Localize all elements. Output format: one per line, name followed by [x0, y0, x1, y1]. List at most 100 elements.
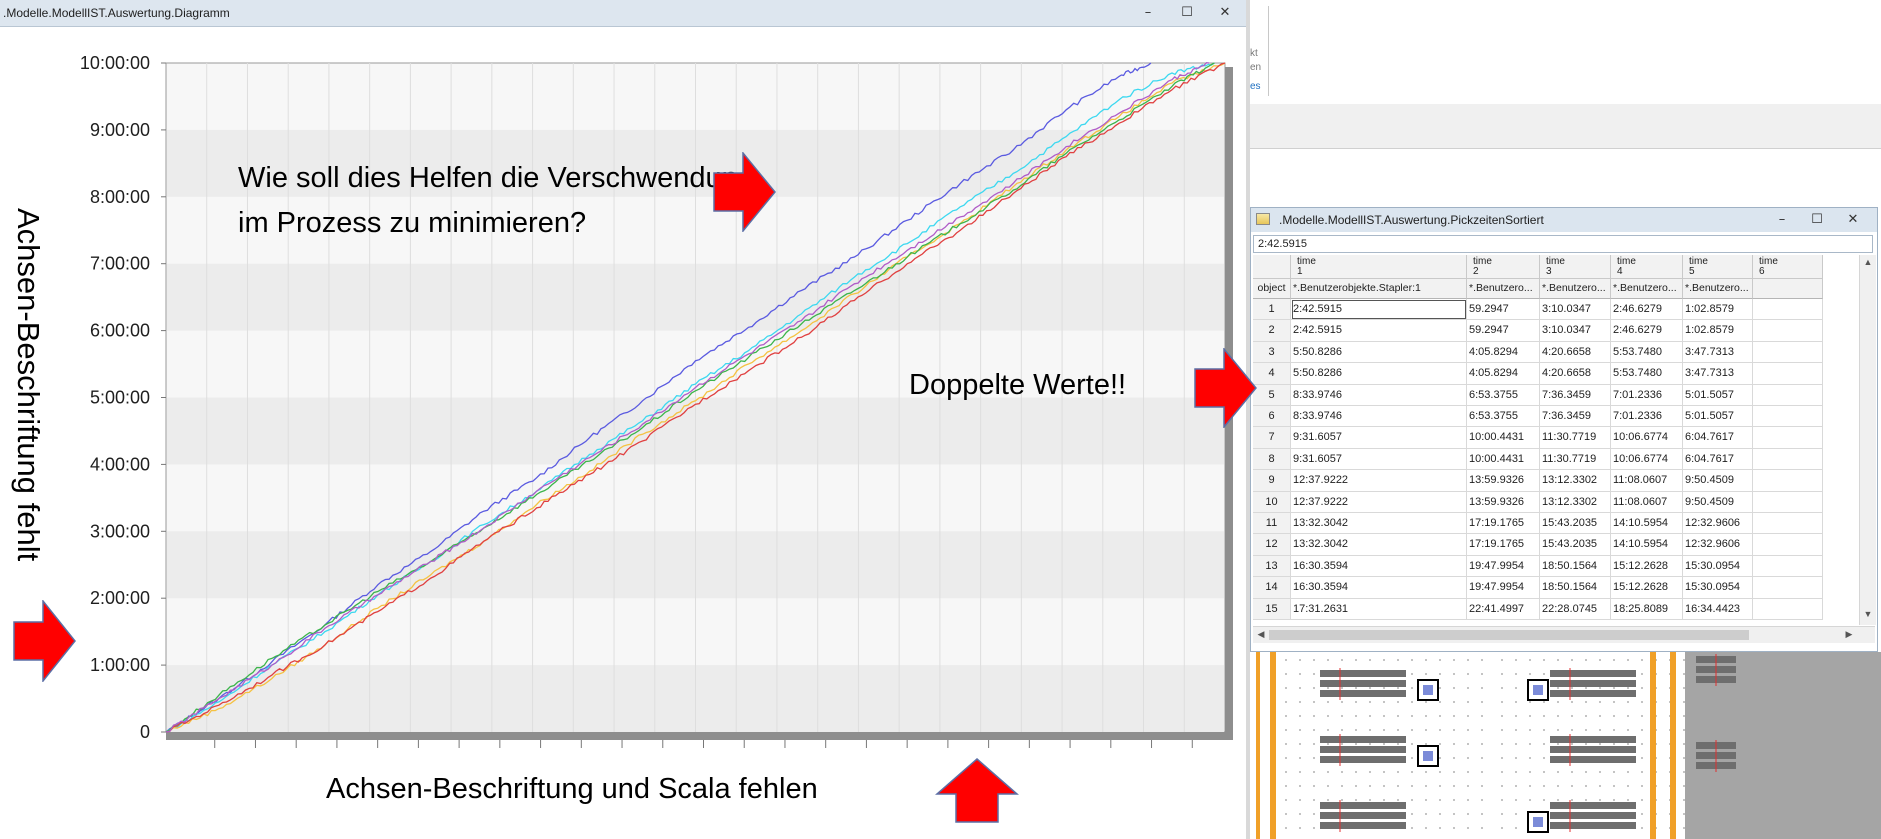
table-window-titlebar[interactable]: .Modelle.ModellIST.Auswertung.Pickzeiten… — [1251, 208, 1877, 232]
table-cell[interactable]: 8:33.9746 — [1291, 384, 1467, 406]
table-cell[interactable]: 13:12.3302 — [1540, 491, 1611, 513]
layout-canvas[interactable] — [1250, 652, 1881, 839]
table-cell[interactable]: 19:47.9954 — [1467, 555, 1540, 578]
table-cell[interactable]: 12:32.9606 — [1683, 513, 1753, 535]
table-cell[interactable]: 59.2947 — [1467, 320, 1540, 342]
ribbon-link-fragment[interactable]: es — [1250, 81, 1261, 92]
table-cell[interactable]: 5:01.5057 — [1683, 406, 1753, 428]
table-cell[interactable]: 3:47.7313 — [1683, 341, 1753, 364]
table-cell[interactable]: 9:31.6057 — [1291, 427, 1467, 449]
table-cell[interactable]: 15:43.2035 — [1540, 534, 1611, 556]
table-cell[interactable]: 6:04.7617 — [1683, 427, 1753, 449]
table-row[interactable]: 1 2:42.5915 59.2947 3:10.0347 2:46.6279 1:02.… — [1253, 299, 1861, 321]
table-cell[interactable] — [1753, 299, 1823, 321]
table-cell[interactable]: 15:12.2628 — [1611, 555, 1683, 578]
table-cell[interactable]: 15:12.2628 — [1611, 577, 1683, 599]
table-cell[interactable]: 15:30.0954 — [1683, 555, 1753, 578]
table-cell[interactable]: 11:08.0607 — [1611, 470, 1683, 492]
table-cell[interactable]: 10:00.4431 — [1467, 448, 1540, 471]
table-cell[interactable] — [1753, 534, 1823, 556]
table-row[interactable]: 2 2:42.5915 59.2947 3:10.0347 2:46.6279 1:02.… — [1253, 320, 1861, 342]
table-cell[interactable]: 10:06.6774 — [1611, 427, 1683, 449]
table-cell[interactable] — [1753, 491, 1823, 513]
table-cell[interactable]: 8:33.9746 — [1291, 406, 1467, 428]
table-cell[interactable]: 18:50.1564 — [1540, 555, 1611, 578]
table-cell[interactable]: 14:10.5954 — [1611, 513, 1683, 535]
table-cell[interactable]: 9:50.4509 — [1683, 491, 1753, 513]
maximize-button[interactable]: ☐ — [1807, 210, 1827, 230]
table-cell[interactable]: 6:04.7617 — [1683, 448, 1753, 471]
table-cell[interactable]: 19:47.9954 — [1467, 577, 1540, 599]
table-row[interactable]: 11 13:32.3042 17:19.1765 15:43.2035 14:10.59… — [1253, 513, 1861, 535]
table-cell[interactable]: 18:25.8089 — [1611, 598, 1683, 620]
scroll-left-icon[interactable]: ◀ — [1255, 629, 1267, 641]
table-row[interactable]: 6 8:33.9746 6:53.3755 7:36.3459 7:01.2336 5:0… — [1253, 406, 1861, 428]
column-header[interactable]: time 2 — [1467, 255, 1540, 279]
table-cell[interactable]: 11:30.7719 — [1540, 427, 1611, 449]
table-cell[interactable] — [1753, 513, 1823, 535]
table-cell[interactable]: 4:05.8294 — [1467, 341, 1540, 364]
table-cell[interactable]: 10:06.6774 — [1611, 448, 1683, 471]
cell-address-input[interactable]: 2:42.5915 — [1253, 235, 1873, 253]
table-cell[interactable] — [1753, 598, 1823, 620]
table-cell[interactable] — [1753, 470, 1823, 492]
table-cell[interactable]: 5:01.5057 — [1683, 384, 1753, 406]
table-cell[interactable]: 11:30.7719 — [1540, 448, 1611, 471]
table-row[interactable]: 9 12:37.9222 13:59.9326 13:12.3302 11:08.060… — [1253, 470, 1861, 492]
table-row[interactable]: 3 5:50.8286 4:05.8294 4:20.6658 5:53.7480 3:4… — [1253, 341, 1861, 364]
scroll-right-icon[interactable]: ▶ — [1843, 629, 1855, 641]
table-cell[interactable]: 16:30.3594 — [1291, 577, 1467, 599]
minimize-button[interactable]: – — [1138, 3, 1158, 23]
table-cell[interactable]: 18:50.1564 — [1540, 577, 1611, 599]
table-cell[interactable]: 2:42.5915 — [1291, 299, 1467, 321]
table-row[interactable]: 15 17:31.2631 22:41.4997 22:28.0745 18:25.80… — [1253, 598, 1861, 620]
table-cell[interactable]: 1:02.8579 — [1683, 320, 1753, 342]
table-row[interactable]: 13 16:30.3594 19:47.9954 18:50.1564 15:12.26… — [1253, 555, 1861, 578]
table-cell[interactable]: 22:28.0745 — [1540, 598, 1611, 620]
table-cell[interactable]: 6:53.3755 — [1467, 406, 1540, 428]
table-cell[interactable]: 15:43.2035 — [1540, 513, 1611, 535]
table-cell[interactable]: 5:53.7480 — [1611, 363, 1683, 385]
close-button[interactable]: ✕ — [1215, 3, 1235, 23]
table-row[interactable]: 7 9:31.6057 10:00.4431 11:30.7719 10:06.6774… — [1253, 427, 1861, 449]
table-cell[interactable]: 7:36.3459 — [1540, 406, 1611, 428]
scroll-thumb[interactable] — [1269, 630, 1749, 640]
table-cell[interactable]: 7:01.2336 — [1611, 406, 1683, 428]
column-header[interactable]: time 4 — [1611, 255, 1683, 279]
table-cell[interactable]: 15:30.0954 — [1683, 577, 1753, 599]
table-cell[interactable]: 14:10.5954 — [1611, 534, 1683, 556]
table-cell[interactable]: 7:36.3459 — [1540, 384, 1611, 406]
table-cell[interactable]: 13:12.3302 — [1540, 470, 1611, 492]
table-row[interactable]: 10 12:37.9222 13:59.9326 13:12.3302 11:08.06… — [1253, 491, 1861, 513]
table-cell[interactable]: 2:46.6279 — [1611, 299, 1683, 321]
table-cell[interactable]: 59.2947 — [1467, 299, 1540, 321]
table-cell[interactable]: 11:08.0607 — [1611, 491, 1683, 513]
table-cell[interactable]: 12:32.9606 — [1683, 534, 1753, 556]
table-cell[interactable] — [1753, 363, 1823, 385]
table-cell[interactable]: 12:37.9222 — [1291, 470, 1467, 492]
horizontal-scrollbar[interactable]: ◀ ▶ — [1253, 626, 1875, 643]
column-header[interactable]: time 5 — [1683, 255, 1753, 279]
table-cell[interactable]: 6:53.3755 — [1467, 384, 1540, 406]
table-cell[interactable]: 16:34.4423 — [1683, 598, 1753, 620]
table-cell[interactable]: 7:01.2336 — [1611, 384, 1683, 406]
maximize-button[interactable]: ☐ — [1177, 3, 1197, 23]
table-cell[interactable]: 22:41.4997 — [1467, 598, 1540, 620]
table-cell[interactable]: 13:59.9326 — [1467, 491, 1540, 513]
table-cell[interactable]: 3:47.7313 — [1683, 363, 1753, 385]
table-cell[interactable] — [1753, 427, 1823, 449]
table-row[interactable]: 5 8:33.9746 6:53.3755 7:36.3459 7:01.2336 5:0… — [1253, 384, 1861, 406]
minimize-button[interactable]: – — [1772, 210, 1792, 230]
close-button[interactable]: ✕ — [1843, 210, 1863, 230]
table-cell[interactable]: 3:10.0347 — [1540, 320, 1611, 342]
table-cell[interactable]: 10:00.4431 — [1467, 427, 1540, 449]
table-cell[interactable]: 4:20.6658 — [1540, 363, 1611, 385]
scroll-down-icon[interactable]: ▼ — [1862, 609, 1874, 621]
table-cell[interactable]: 17:19.1765 — [1467, 513, 1540, 535]
table-cell[interactable] — [1753, 555, 1823, 578]
table-cell[interactable]: 2:46.6279 — [1611, 320, 1683, 342]
scroll-up-icon[interactable]: ▲ — [1862, 257, 1874, 269]
table-cell[interactable]: 4:05.8294 — [1467, 363, 1540, 385]
column-header[interactable]: time 3 — [1540, 255, 1611, 279]
table-cell[interactable]: 12:37.9222 — [1291, 491, 1467, 513]
